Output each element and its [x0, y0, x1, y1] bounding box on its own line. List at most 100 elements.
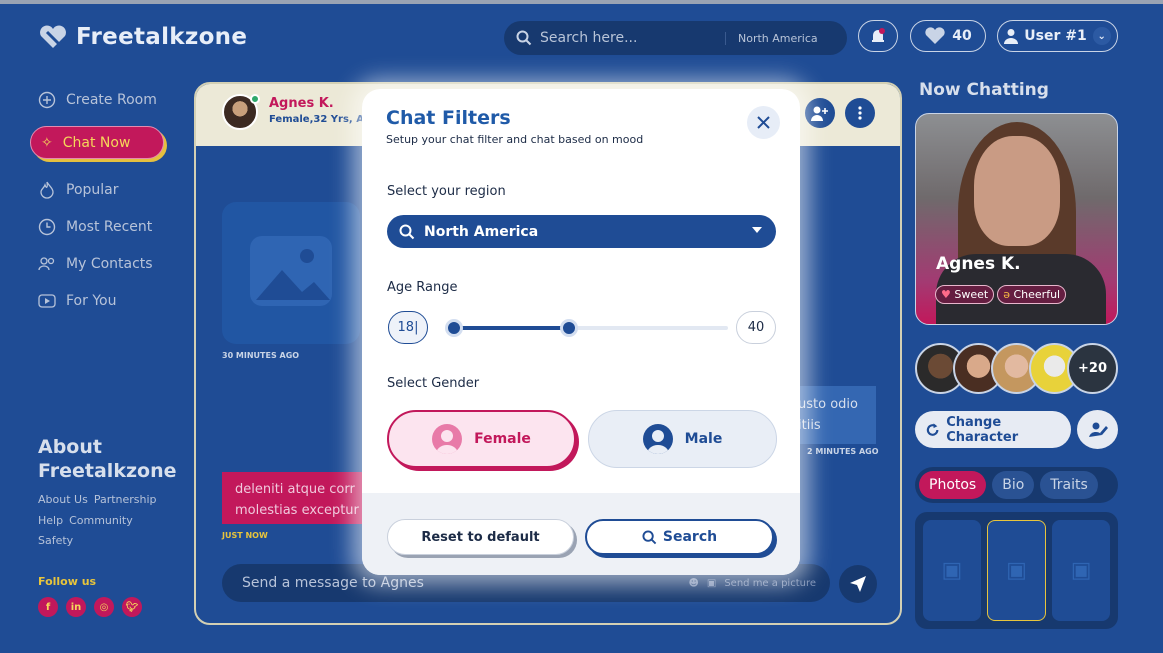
age-range-fill	[454, 326, 570, 330]
change-character-button[interactable]: Change Character	[915, 411, 1071, 448]
sidebar-item-chat-now[interactable]: ✧ Chat Now	[30, 126, 164, 159]
image-placeholder-icon	[250, 236, 332, 306]
age-max-handle[interactable]	[560, 319, 579, 337]
region-label: Select your region	[387, 184, 506, 199]
character-traits: ♥ Sweet ǝ Cheerful	[935, 285, 1067, 304]
more-characters-badge[interactable]: +20	[1067, 343, 1118, 394]
change-character-label: Change Character	[946, 414, 1019, 445]
age-min-handle[interactable]	[445, 319, 463, 337]
send-icon	[850, 576, 866, 592]
follow-us-label: Follow us	[38, 575, 97, 588]
reset-button[interactable]: Reset to default	[387, 519, 574, 555]
male-avatar-icon	[642, 424, 673, 454]
send-picture-button[interactable]: ☻ ▣ Send me a picture	[688, 578, 816, 589]
message-timestamp: 2 MINUTES AGO	[807, 447, 879, 456]
region-value: North America	[424, 223, 539, 240]
sidebar-item-label: My Contacts	[66, 255, 153, 272]
brand-logo[interactable]: Freetalkzone	[38, 24, 247, 50]
send-picture-label: Send me a picture	[724, 577, 816, 589]
gender-female-button[interactable]: Female	[387, 410, 576, 468]
photo-gallery: ▣ ▣ ▣	[915, 512, 1118, 629]
age-range-slider[interactable]	[445, 319, 728, 337]
image-icon: ▣	[706, 577, 717, 589]
image-icon: ▣	[1006, 558, 1027, 583]
message-timestamp: 30 MINUTES AGO	[222, 351, 300, 360]
received-message: usto odio itiis	[792, 386, 876, 444]
search-button[interactable]: Search	[585, 519, 774, 555]
age-max-input[interactable]: 40	[736, 311, 776, 344]
tab-bio[interactable]: Bio	[992, 471, 1035, 499]
coins-count: 40	[952, 28, 972, 44]
more-options-button[interactable]	[845, 98, 875, 128]
link-partnership[interactable]: Partnership	[94, 493, 157, 506]
character-name: Agnes K.	[936, 254, 1021, 274]
sidebar-item-my-contacts[interactable]: My Contacts	[38, 245, 153, 282]
heart-coin-icon	[925, 27, 945, 44]
trait-badge: ♥ Sweet	[935, 285, 995, 304]
user-icon	[1004, 29, 1019, 44]
notifications-button[interactable]	[858, 20, 898, 52]
link-about-us[interactable]: About Us	[38, 493, 88, 506]
instagram-icon[interactable]: ◎	[94, 597, 114, 617]
sidebar-item-label: Chat Now	[62, 134, 131, 151]
region-select[interactable]: North America	[387, 215, 776, 248]
message-text: molestias exceptur	[235, 503, 359, 518]
image-message[interactable]	[222, 202, 360, 344]
gender-male-button[interactable]: Male	[588, 410, 777, 468]
photo-thumbnail[interactable]: ▣	[923, 520, 981, 621]
link-safety[interactable]: Safety	[38, 534, 73, 547]
coins-balance[interactable]: 40	[910, 20, 986, 52]
now-chatting-title: Now Chatting	[919, 80, 1049, 100]
social-links: f in ◎ 🐦︎	[38, 597, 142, 617]
facebook-icon[interactable]: f	[38, 597, 58, 617]
add-contact-button[interactable]	[805, 98, 835, 128]
sidebar-item-popular[interactable]: Popular	[38, 171, 153, 208]
user-label: User #1	[1024, 28, 1087, 44]
smile-icon: ǝ	[1003, 288, 1010, 301]
refresh-icon	[926, 422, 939, 436]
sidebar-item-for-you[interactable]: For You	[38, 282, 153, 319]
photo-thumbnail[interactable]: ▣	[1052, 520, 1111, 621]
tab-traits[interactable]: Traits	[1040, 471, 1098, 499]
emoji-icon[interactable]: ☻	[688, 578, 698, 589]
female-avatar-icon	[432, 424, 463, 454]
heart-logo-icon	[40, 25, 66, 48]
sidebar-item-create-room[interactable]: Create Room	[38, 88, 157, 112]
play-icon	[38, 292, 56, 310]
message-text: itiis	[798, 418, 821, 433]
trait-label: Sweet	[954, 288, 989, 301]
message-text: usto odio	[798, 397, 858, 412]
tab-photos[interactable]: Photos	[919, 471, 987, 499]
add-user-icon	[811, 106, 828, 121]
brand-name: Freetalkzone	[76, 24, 248, 50]
close-button[interactable]	[747, 106, 780, 139]
link-help[interactable]: Help	[38, 514, 63, 527]
search-icon	[516, 30, 532, 46]
sidebar-item-label: For You	[66, 292, 117, 309]
online-indicator	[250, 94, 260, 104]
image-icon: ▣	[1070, 558, 1092, 583]
modal-title: Chat Filters	[386, 107, 511, 129]
linkedin-icon[interactable]: in	[66, 597, 86, 617]
search-placeholder[interactable]: Search here...	[540, 30, 725, 46]
trait-label: Cheerful	[1013, 288, 1061, 301]
link-community[interactable]: Community	[69, 514, 133, 527]
edit-character-button[interactable]	[1077, 410, 1118, 449]
user-menu[interactable]: User #1 ⌄	[997, 20, 1118, 52]
sidebar-nav-lower: Popular Most Recent My Contacts For You	[38, 171, 153, 319]
bell-icon	[872, 28, 885, 42]
sidebar-item-most-recent[interactable]: Most Recent	[38, 208, 153, 245]
users-icon	[38, 255, 56, 273]
age-min-input[interactable]: 18|	[388, 311, 428, 344]
gender-male-label: Male	[684, 431, 723, 447]
sent-message: deleniti atque corr molestias exceptur	[222, 472, 382, 524]
twitter-icon[interactable]: 🐦︎	[122, 597, 142, 617]
search-icon	[399, 224, 415, 239]
caret-down-icon	[752, 227, 762, 233]
search-region[interactable]: North America	[725, 31, 818, 45]
header-search[interactable]: Search here... North America	[504, 21, 847, 55]
character-card[interactable]: Agnes K. ♥ Sweet ǝ Cheerful	[915, 113, 1118, 325]
send-button[interactable]	[839, 565, 877, 603]
photo-thumbnail[interactable]: ▣	[986, 520, 1047, 621]
sidebar-item-label: Most Recent	[66, 218, 153, 235]
